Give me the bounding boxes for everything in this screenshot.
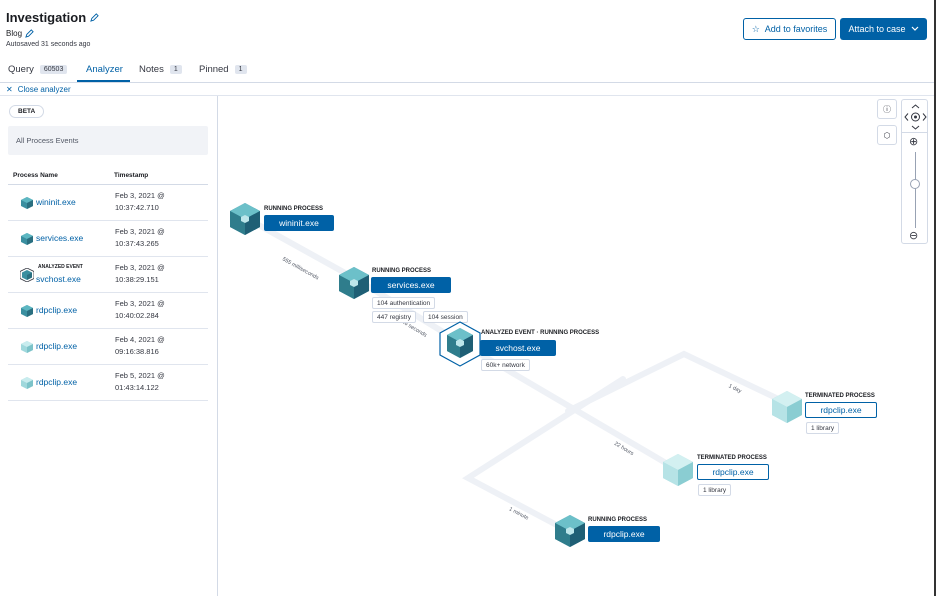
table-row[interactable]: rdpclip.exe Feb 4, 2021 @09:16:38.816 [8,329,208,365]
pencil-icon[interactable] [25,29,34,38]
table-row[interactable]: ANALYZED EVENT svchost.exe Feb 3, 2021 @… [8,257,208,293]
node-state-label: TERMINATED PROCESS [697,455,767,461]
pencil-icon[interactable] [90,13,99,22]
pan-left-icon[interactable] [904,113,909,121]
tab-query[interactable]: Query 60503 [8,64,68,75]
page-title: Investigation [6,10,99,25]
tabs-divider [0,82,934,83]
table-row[interactable]: services.exe Feb 3, 2021 @10:37:43.265 [8,221,208,257]
process-tree-graph[interactable]: 555 milliseconds 46 seconds 1 day 22 hou… [218,96,934,596]
process-name-link[interactable]: rdpclip.exe [36,305,77,315]
timestamp-cell: Feb 3, 2021 @10:38:29.151 [115,263,165,284]
node-state-label: RUNNING PROCESS [264,206,324,212]
autosave-status: Autosaved 31 seconds ago [6,41,91,48]
pinned-count-badge: 1 [234,65,247,74]
process-cube-icon [21,233,33,245]
zoom-slider-handle[interactable] [910,179,920,189]
zoom-in-icon[interactable]: ⊕ [909,135,918,148]
event-count-pill[interactable]: 447 registry [372,311,416,323]
terminated-process-cube-icon[interactable] [771,390,803,424]
page-subtitle: Blog [6,29,34,38]
process-cube-icon [21,197,33,209]
node-name-button[interactable]: rdpclip.exe [588,526,660,542]
star-icon: ☆ [751,23,760,34]
tab-analyzer[interactable]: Analyzer [86,64,123,75]
column-header-timestamp[interactable]: Timestamp [114,172,148,179]
timestamp-cell: Feb 5, 2021 @01:43:14.122 [115,371,165,392]
node-state-label: RUNNING PROCESS [588,517,648,523]
table-row[interactable]: rdpclip.exe Feb 3, 2021 @10:40:02.284 [8,293,208,329]
event-count-pill[interactable]: 1 library [698,484,732,496]
schema-button[interactable]: ⬡ [877,125,897,145]
node-name-button[interactable]: rdpclip.exe [805,402,877,418]
terminated-process-cube-icon [21,341,33,353]
node-state-label: ANALYZED EVENT · RUNNING PROCESS [481,330,600,336]
info-icon: ⓘ [883,104,891,114]
timestamp-cell: Feb 4, 2021 @09:16:38.816 [115,335,165,356]
node-state-label: RUNNING PROCESS [372,268,432,274]
node-name-button[interactable]: services.exe [371,277,451,293]
chevron-down-icon [911,26,918,31]
add-to-favorites-button[interactable]: ☆ Add to favorites [743,18,836,40]
process-name-link[interactable]: rdpclip.exe [36,341,77,351]
edge-line [565,350,796,414]
tab-notes[interactable]: Notes 1 [139,64,182,75]
control-divider [902,132,927,133]
event-count-pill[interactable]: 60k+ network [481,359,530,371]
hexagon-icon: ⬡ [883,130,891,140]
terminated-process-cube-icon [21,377,33,389]
attach-to-case-button[interactable]: Attach to case [840,18,927,40]
process-name-link[interactable]: rdpclip.exe [36,377,77,387]
process-name-link[interactable]: services.exe [36,233,83,243]
info-button[interactable]: ⓘ [877,99,897,119]
pan-right-icon[interactable] [922,113,927,121]
edge-line [462,376,626,534]
close-icon: ✕ [6,85,13,94]
table-row[interactable]: wininit.exe Feb 3, 2021 @10:37:42.710 [8,185,208,221]
notes-count-badge: 1 [169,65,182,74]
analyzed-event-tag: ANALYZED EVENT [38,264,83,270]
analyzed-process-cube-icon[interactable] [439,321,481,367]
event-count-pill[interactable]: 1 library [806,422,840,434]
node-name-button[interactable]: wininit.exe [264,215,334,231]
running-process-cube-icon[interactable] [338,266,370,300]
navigation-controls: ⊕ ⊖ [901,99,928,244]
zoom-slider-track[interactable] [914,152,916,228]
zoom-out-icon[interactable]: ⊖ [909,229,918,242]
pan-control[interactable] [902,102,929,132]
running-process-cube-icon[interactable] [229,202,261,236]
table-row[interactable]: rdpclip.exe Feb 5, 2021 @01:43:14.122 [8,365,208,401]
timestamp-cell: Feb 3, 2021 @10:37:43.265 [115,227,165,248]
pan-up-icon[interactable] [911,104,920,109]
tab-pinned[interactable]: Pinned 1 [199,64,247,75]
process-name-link[interactable]: svchost.exe [36,274,81,284]
node-state-label: TERMINATED PROCESS [805,393,875,399]
query-count-badge: 60503 [39,65,68,74]
beta-badge: BETA [9,105,45,118]
analyzed-process-cube-icon [20,268,34,282]
timestamp-cell: Feb 3, 2021 @10:37:42.710 [115,191,165,212]
node-name-button[interactable]: svchost.exe [480,340,556,356]
column-header-process-name[interactable]: Process Name [13,172,58,179]
close-analyzer-link[interactable]: ✕ Close analyzer [6,85,71,94]
pan-down-icon[interactable] [911,125,920,130]
process-cube-icon [21,305,33,317]
event-count-pill[interactable]: 104 authentication [372,297,436,309]
breadcrumb[interactable]: All Process Events [8,126,208,155]
process-name-link[interactable]: wininit.exe [36,197,76,207]
node-name-button[interactable]: rdpclip.exe [697,464,769,480]
running-process-cube-icon[interactable] [554,514,586,548]
timestamp-cell: Feb 3, 2021 @10:40:02.284 [115,299,165,320]
terminated-process-cube-icon[interactable] [662,453,694,487]
